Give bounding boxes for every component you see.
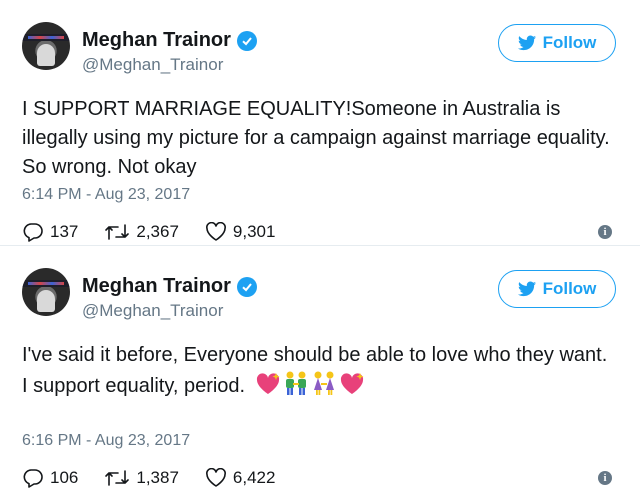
heart-icon [205, 222, 226, 241]
avatar[interactable] [22, 268, 70, 316]
tweet-card: Meghan Trainor @Meghan_Trainor Follow I … [0, 0, 640, 245]
tweet-actions: 137 2,367 9,301 [22, 222, 301, 242]
like-count: 9,301 [232, 222, 276, 241]
author-row: Meghan Trainor [82, 29, 257, 52]
sparkling-heart-icon [256, 373, 280, 394]
follow-label: Follow [542, 33, 597, 52]
bird-icon [517, 281, 536, 297]
reply-count: 137 [50, 222, 79, 241]
emoji-group [255, 370, 365, 396]
tweet-text: I've said it before, Everyone should be … [22, 341, 612, 401]
follow-button[interactable]: Follow [498, 270, 616, 308]
reply-action[interactable]: 137 [22, 222, 78, 242]
tweet-timestamp[interactable]: 6:14 PM - Aug 23, 2017 [22, 186, 190, 204]
reply-icon [23, 469, 43, 488]
follow-button[interactable]: Follow [498, 24, 616, 62]
retweet-icon [105, 470, 130, 486]
follow-label: Follow [542, 279, 597, 298]
verified-badge-icon [236, 30, 257, 51]
retweet-count: 1,387 [136, 468, 179, 487]
author-name[interactable]: Meghan Trainor [82, 29, 231, 52]
two-women-holding-hands-icon [313, 371, 334, 395]
author-handle[interactable]: @Meghan_Trainor [82, 301, 223, 321]
author-row: Meghan Trainor [82, 275, 257, 298]
two-men-holding-hands-icon [285, 371, 306, 395]
sparkling-heart-icon [340, 373, 364, 394]
bird-icon [517, 35, 536, 51]
retweet-action[interactable]: 2,367 [104, 222, 179, 242]
reply-count: 106 [50, 468, 79, 487]
like-action[interactable]: 9,301 [205, 222, 276, 242]
like-count: 6,422 [232, 468, 276, 487]
tweet-timestamp[interactable]: 6:16 PM - Aug 23, 2017 [22, 432, 190, 450]
verified-badge-icon [236, 276, 257, 297]
author-handle[interactable]: @Meghan_Trainor [82, 55, 223, 75]
author-name[interactable]: Meghan Trainor [82, 275, 231, 298]
info-icon[interactable]: i [598, 471, 612, 485]
reply-action[interactable]: 106 [22, 468, 78, 488]
heart-icon [205, 468, 226, 487]
retweet-icon [105, 224, 130, 240]
retweet-count: 2,367 [136, 222, 179, 241]
reply-icon [23, 223, 43, 242]
avatar[interactable] [22, 22, 70, 70]
info-icon[interactable]: i [598, 225, 612, 239]
tweet-actions: 106 1,387 6,422 [22, 468, 301, 488]
like-action[interactable]: 6,422 [205, 468, 276, 488]
tweet-card: Meghan Trainor @Meghan_Trainor Follow I'… [0, 245, 640, 491]
retweet-action[interactable]: 1,387 [104, 468, 179, 488]
tweet-text: I SUPPORT MARRIAGE EQUALITY!Someone in A… [22, 98, 610, 178]
